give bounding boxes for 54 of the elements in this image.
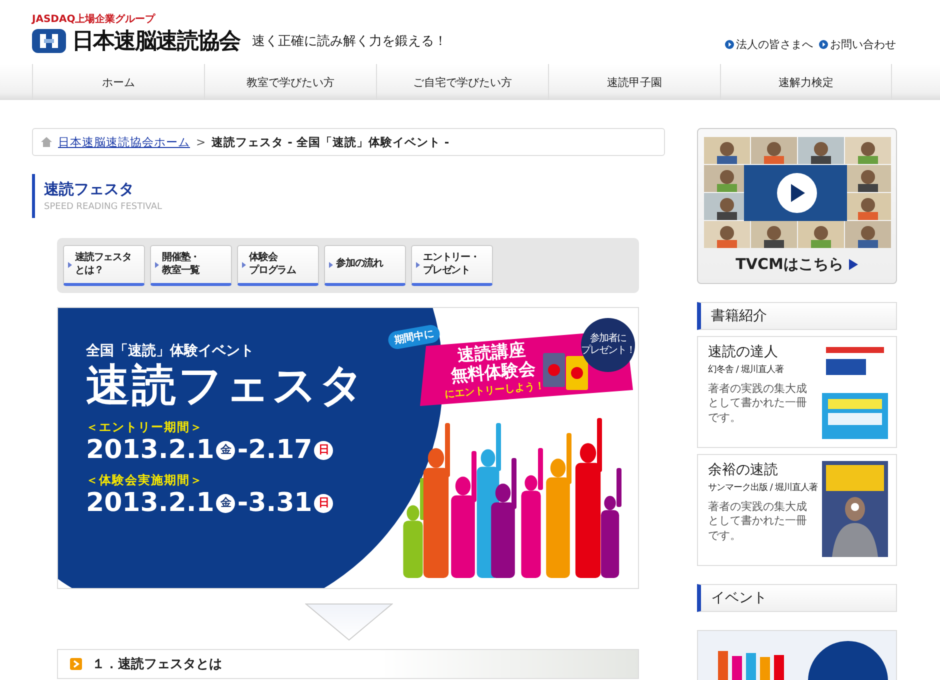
- logo-icon[interactable]: [32, 29, 66, 53]
- nav-item[interactable]: ご自宅で学びたい方: [376, 64, 548, 100]
- banner-title: 速読フェスタ: [86, 360, 366, 413]
- date-text: -3.31: [237, 488, 312, 519]
- date-text: 2013.2.1: [86, 488, 214, 519]
- arrow-icon: [416, 262, 420, 268]
- section-heading: イベント: [697, 584, 897, 612]
- section-heading: 書籍紹介: [697, 302, 897, 330]
- group-label: JASDAQ上場企業グループ: [32, 12, 156, 26]
- arrow-icon: [155, 262, 159, 268]
- play-icon: [788, 184, 804, 202]
- gift-card-drawing: [543, 353, 588, 390]
- period-label: ＜エントリー期間＞: [86, 418, 204, 436]
- nav-item[interactable]: ホーム: [32, 64, 204, 100]
- nav-item[interactable]: 速読甲子園: [548, 64, 720, 100]
- page-subtitle: SPEED READING FESTIVAL: [44, 202, 164, 212]
- play-icon: [849, 259, 858, 270]
- arrow-icon: [70, 658, 82, 670]
- banner-kicker: 全国「速読」体験イベント: [86, 342, 255, 360]
- down-arrow-icon: [304, 603, 392, 641]
- page-title: 速読フェスタ: [44, 180, 135, 199]
- breadcrumb-link[interactable]: 日本速脳速読協会ホーム: [58, 134, 190, 150]
- breadcrumb-current: 速読フェスタ - 全国「速読」体験イベント -: [212, 134, 450, 150]
- book-description: 著者の実践の集大成として書かれた一冊です。: [708, 382, 808, 425]
- subnav-button[interactable]: 速読フェスタ とは？: [63, 245, 145, 286]
- book-publisher: 幻冬舎 / 堀川直人著: [708, 364, 784, 376]
- book-card[interactable]: 速読の達人 幻冬舎 / 堀川直人著 著者の実践の集大成として書かれた一冊です。: [697, 336, 897, 448]
- book-title: 速読の達人: [708, 343, 779, 361]
- home-icon: [41, 137, 52, 147]
- nav-item[interactable]: 教室で学びたい方: [204, 64, 376, 100]
- subnav-button[interactable]: エントリー・ プレゼント: [411, 245, 493, 286]
- tvcm-caption[interactable]: TVCMはこちら: [736, 255, 844, 274]
- subnav-button[interactable]: 参加の流れ: [324, 245, 406, 286]
- tvcm-card[interactable]: TVCMはこちら: [697, 128, 897, 284]
- book-description: 著者の実践の集大成として書かれた一冊です。: [708, 500, 808, 543]
- gift-bubble: 参加者に プレゼント！: [581, 318, 635, 372]
- header-link[interactable]: 法人の皆さまへ: [736, 37, 813, 52]
- breadcrumb-separator: >: [196, 135, 206, 149]
- nav-item[interactable]: 速解力検定: [720, 64, 892, 100]
- section-title: １．速読フェスタとは: [92, 656, 222, 673]
- arrow-icon: [329, 262, 333, 268]
- subnav-button[interactable]: 体験会 プログラム: [237, 245, 319, 286]
- arrow-icon: [242, 262, 246, 268]
- logo-text[interactable]: 日本速脳速読協会: [72, 26, 240, 56]
- date-text: 2013.2.1: [86, 436, 214, 466]
- book-publisher: サンマーク出版 / 堀川直人著: [708, 482, 818, 494]
- arrow-icon: [68, 262, 72, 268]
- book-card[interactable]: 余裕の速読 サンマーク出版 / 堀川直人著 著者の実践の集大成として書かれた一冊です。: [697, 454, 897, 566]
- date-text: -2.17: [237, 436, 312, 466]
- tagline: 速く正確に読み解く力を鍛える！: [252, 33, 447, 50]
- subnav-button[interactable]: 開催塾・ 教室一覧: [150, 245, 232, 286]
- period-label: ＜体験会実施期間＞: [86, 472, 204, 489]
- book-title: 余裕の速読: [708, 461, 779, 479]
- header-link[interactable]: お問い合わせ: [830, 37, 896, 52]
